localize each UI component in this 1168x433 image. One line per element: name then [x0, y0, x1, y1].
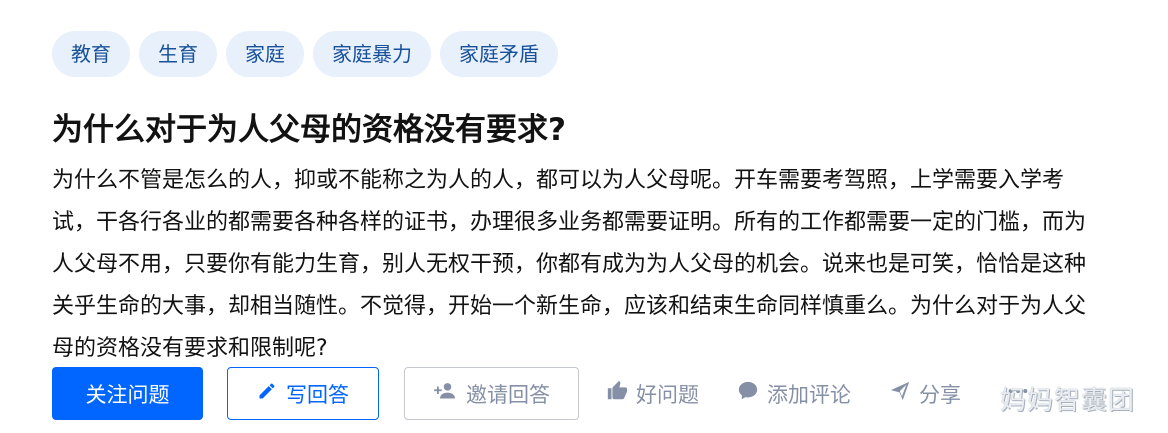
- topic-tags: 教育 生育 家庭 家庭暴力 家庭矛盾: [52, 31, 558, 77]
- write-answer-label: 写回答: [286, 382, 349, 407]
- add-comment-button[interactable]: 添加评论: [737, 367, 851, 420]
- invite-answer-label: 邀请回答: [466, 382, 550, 407]
- good-question-button[interactable]: 好问题: [606, 367, 699, 420]
- question-title: 为什么对于为人父母的资格没有要求?: [52, 112, 566, 148]
- write-answer-button[interactable]: 写回答: [227, 367, 379, 420]
- topic-tag-family-conflict[interactable]: 家庭矛盾: [440, 31, 558, 77]
- add-user-icon: [433, 381, 466, 406]
- good-question-label: 好问题: [636, 382, 699, 407]
- share-label: 分享: [919, 382, 961, 407]
- thumbs-up-icon: [606, 380, 636, 407]
- topic-tag-education[interactable]: 教育: [52, 31, 130, 77]
- topic-tag-domestic-violence[interactable]: 家庭暴力: [313, 31, 431, 77]
- follow-question-button[interactable]: 关注问题: [52, 367, 203, 420]
- topic-tag-family[interactable]: 家庭: [226, 31, 304, 77]
- paper-plane-icon: [889, 380, 919, 407]
- topic-tag-childbirth[interactable]: 生育: [139, 31, 217, 77]
- pencil-icon: [257, 381, 286, 406]
- share-button[interactable]: 分享: [889, 367, 961, 420]
- watermark: 妈妈智囊团: [1000, 386, 1136, 416]
- invite-answer-button[interactable]: 邀请回答: [404, 367, 579, 420]
- comment-icon: [737, 380, 767, 407]
- add-comment-label: 添加评论: [767, 382, 851, 407]
- follow-question-label: 关注问题: [85, 382, 170, 407]
- question-description: 为什么不管是怎么的人，抑或不能称之为人的人，都可以为人父母呢。开车需要考驾照，上…: [52, 168, 1087, 361]
